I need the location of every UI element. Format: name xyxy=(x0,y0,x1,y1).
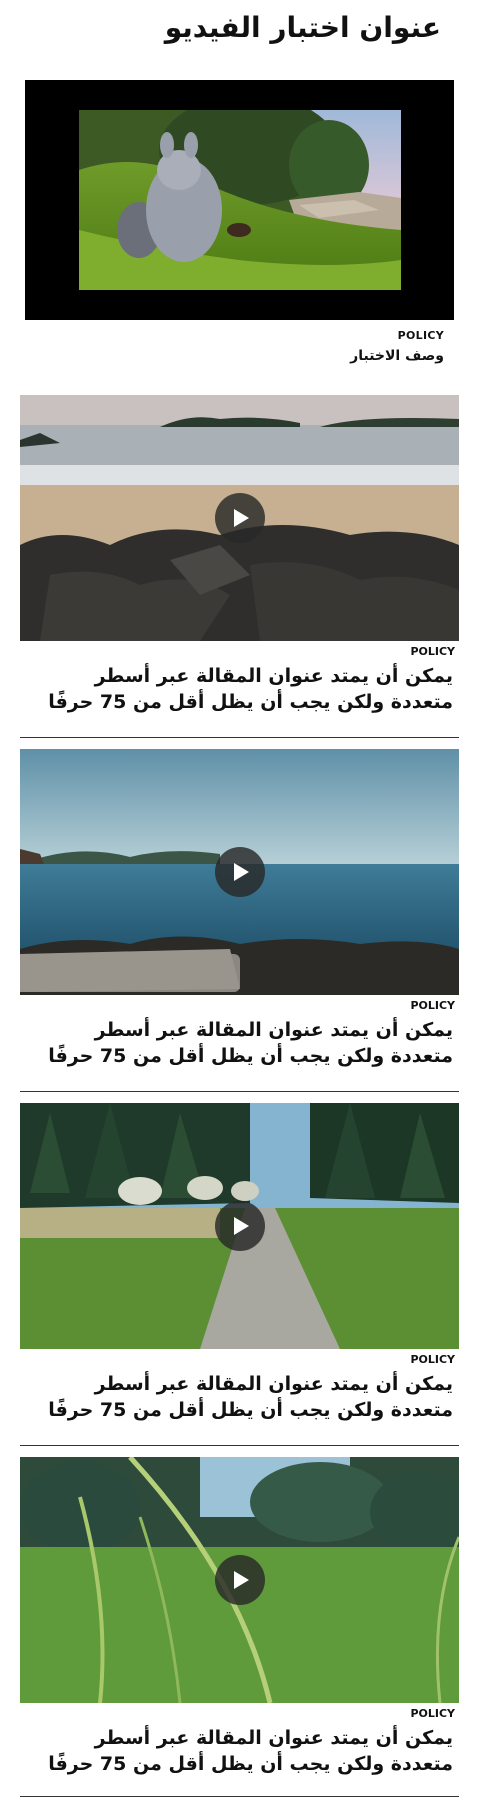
video-player[interactable] xyxy=(25,80,454,320)
play-icon xyxy=(233,1217,249,1235)
article-thumbnail[interactable] xyxy=(20,395,459,641)
article-thumbnail[interactable] xyxy=(20,1457,459,1703)
play-button[interactable] xyxy=(214,847,265,897)
article-label: POLICY xyxy=(410,1707,455,1720)
article-thumbnail[interactable] xyxy=(20,1103,459,1349)
play-icon xyxy=(233,1571,249,1589)
article-divider xyxy=(20,1445,459,1446)
article-card[interactable]: POLICY يمكن أن يمتد عنوان المقالة عبر أس… xyxy=(20,1103,459,1446)
article-title[interactable]: يمكن أن يمتد عنوان المقالة عبر أسطر متعد… xyxy=(26,663,453,715)
article-thumbnail[interactable] xyxy=(20,749,459,995)
video-frame[interactable] xyxy=(79,110,401,290)
article-title[interactable]: يمكن أن يمتد عنوان المقالة عبر أسطر متعد… xyxy=(26,1017,453,1069)
article-label: POLICY xyxy=(410,645,455,658)
play-icon xyxy=(233,863,249,881)
article-card[interactable]: POLICY يمكن أن يمتد عنوان المقالة عبر أس… xyxy=(20,749,459,1092)
play-icon xyxy=(233,509,249,527)
play-button[interactable] xyxy=(214,493,265,543)
page-title: عنوان اختبار الفيديو xyxy=(164,11,441,44)
article-divider xyxy=(20,1796,459,1797)
play-button[interactable] xyxy=(214,1555,265,1605)
article-divider xyxy=(20,737,459,738)
article-title[interactable]: يمكن أن يمتد عنوان المقالة عبر أسطر متعد… xyxy=(26,1371,453,1423)
article-label: POLICY xyxy=(410,999,455,1012)
video-frame-image xyxy=(79,110,401,290)
featured-video-label: POLICY xyxy=(397,329,444,342)
featured-video-description: وصف الاختبار xyxy=(350,348,444,364)
article-card[interactable]: POLICY يمكن أن يمتد عنوان المقالة عبر أس… xyxy=(20,1457,459,1797)
article-card[interactable]: POLICY يمكن أن يمتد عنوان المقالة عبر أس… xyxy=(20,395,459,738)
article-divider xyxy=(20,1091,459,1092)
featured-video-meta: POLICY وصف الاختبار xyxy=(350,328,444,366)
play-button[interactable] xyxy=(214,1201,265,1251)
article-title[interactable]: يمكن أن يمتد عنوان المقالة عبر أسطر متعد… xyxy=(26,1725,453,1777)
article-label: POLICY xyxy=(410,1353,455,1366)
